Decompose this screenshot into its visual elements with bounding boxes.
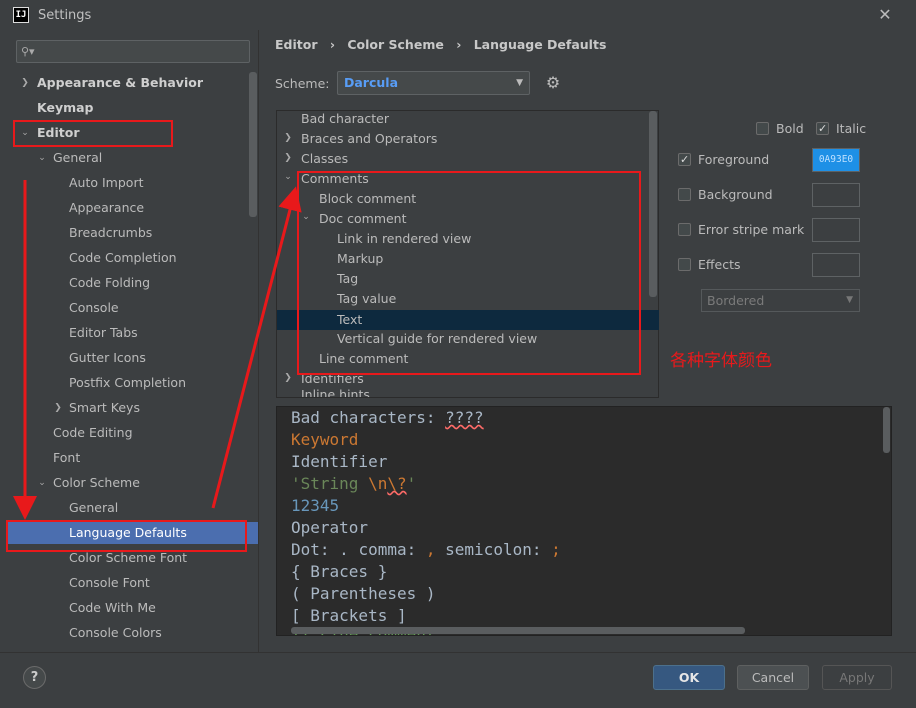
annotation-arrows [13,180,302,520]
arrow-up-icon [211,186,302,509]
